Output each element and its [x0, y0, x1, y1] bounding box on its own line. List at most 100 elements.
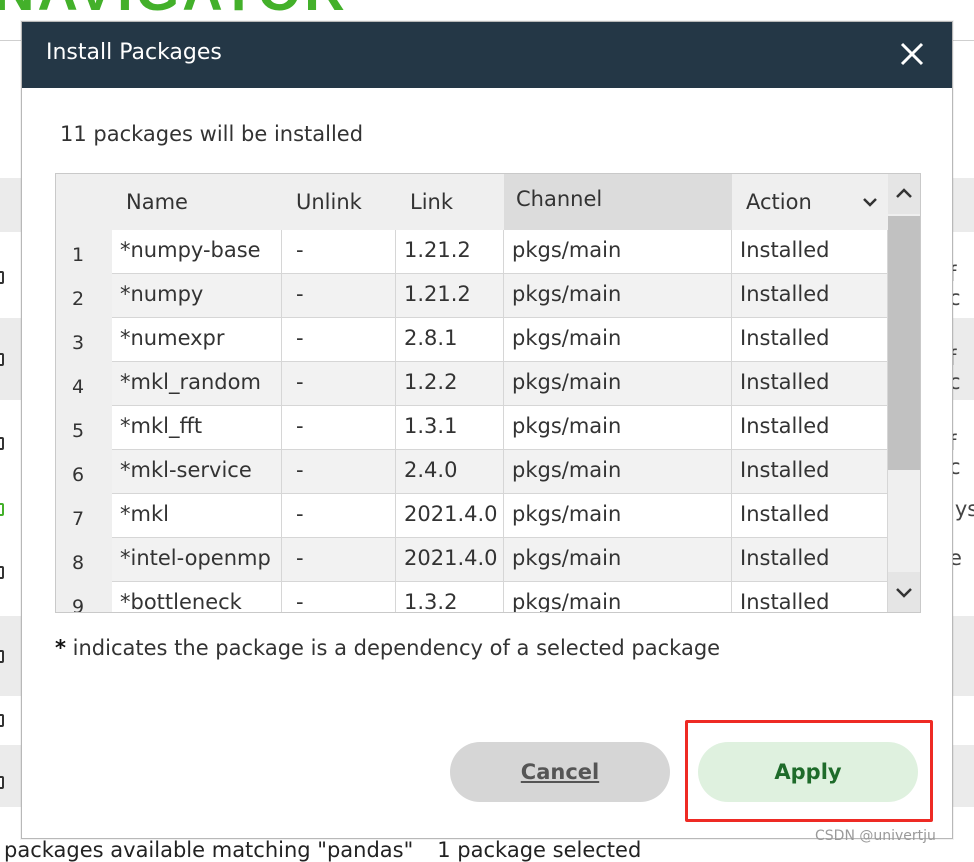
vertical-scrollbar[interactable] — [888, 174, 920, 612]
cell-name: *numpy — [112, 274, 282, 318]
row-number: 2 — [56, 274, 112, 318]
cell-link: 2.4.0 — [396, 450, 504, 494]
cancel-button[interactable]: Cancel — [450, 742, 670, 802]
cell-channel: pkgs/main — [504, 582, 732, 612]
sort-dropdown[interactable] — [856, 174, 884, 230]
table-row[interactable]: 4 *mkl_random -1.2.2 pkgs/main Installed — [56, 362, 888, 406]
table-row[interactable]: 7 *mkl -2021.4.0 pkgs/main Installed — [56, 494, 888, 538]
cell-link: 2.8.1 — [396, 318, 504, 362]
cell-name: *bottleneck — [112, 582, 282, 612]
install-packages-dialog: Install Packages 11 packages will be ins… — [21, 21, 953, 839]
status-selected-text: 1 package selected — [437, 838, 642, 862]
package-checkbox[interactable] — [0, 566, 4, 579]
cell-name: *mkl_random — [112, 362, 282, 406]
cell-action: Installed — [732, 406, 888, 450]
scroll-up-button[interactable] — [888, 174, 920, 214]
header-name[interactable]: Name — [126, 174, 296, 230]
table-row[interactable]: 1 *numpy-base -1.21.2 pkgs/main Installed — [56, 230, 888, 274]
cell-action: Installed — [732, 318, 888, 362]
row-number: 8 — [56, 538, 112, 582]
note-star: * — [55, 636, 66, 660]
cell-action: Installed — [732, 494, 888, 538]
install-summary: 11 packages will be installed — [60, 122, 364, 146]
row-number: 9 — [56, 582, 112, 612]
chevron-up-icon — [896, 188, 912, 198]
cell-link: 1.21.2 — [396, 230, 504, 274]
cell-unlink: - — [282, 538, 396, 582]
package-checkbox-selected[interactable] — [0, 503, 4, 516]
status-found-text: packages available matching "pandas" — [4, 838, 414, 862]
row-number: 7 — [56, 494, 112, 538]
row-number: 6 — [56, 450, 112, 494]
scroll-down-button[interactable] — [888, 572, 920, 612]
cell-name: *mkl — [112, 494, 282, 538]
table-row[interactable]: 5 *mkl_fft -1.3.1 pkgs/main Installed — [56, 406, 888, 450]
row-number: 4 — [56, 362, 112, 406]
header-action[interactable]: Action — [746, 174, 856, 230]
cell-unlink: - — [282, 274, 396, 318]
cell-link: 1.21.2 — [396, 274, 504, 318]
table-row[interactable]: 9 *bottleneck -1.3.2 pkgs/main Installed — [56, 582, 888, 612]
header-unlink[interactable]: Unlink — [296, 174, 406, 230]
header-link[interactable]: Link — [410, 174, 504, 230]
watermark: CSDN @univertju — [815, 828, 936, 844]
apply-highlight-box — [685, 720, 933, 822]
cell-channel: pkgs/main — [504, 406, 732, 450]
table-row[interactable]: 3 *numexpr -2.8.1 pkgs/main Installed — [56, 318, 888, 362]
cell-name: *intel-openmp — [112, 538, 282, 582]
cell-channel: pkgs/main — [504, 362, 732, 406]
close-button[interactable] — [894, 36, 930, 72]
cell-unlink: - — [282, 406, 396, 450]
row-number: 1 — [56, 230, 112, 274]
close-icon — [900, 42, 924, 66]
cell-action: Installed — [732, 538, 888, 582]
cell-unlink: - — [282, 362, 396, 406]
cell-channel: pkgs/main — [504, 538, 732, 582]
table-header: Name Unlink Link Channel Action — [56, 174, 888, 230]
package-checkbox[interactable] — [0, 776, 4, 789]
cell-unlink: - — [282, 450, 396, 494]
cell-channel: pkgs/main — [504, 318, 732, 362]
cell-name: *numexpr — [112, 318, 282, 362]
cell-action: Installed — [732, 362, 888, 406]
cell-channel: pkgs/main — [504, 494, 732, 538]
dependency-note: * indicates the package is a dependency … — [55, 636, 720, 660]
chevron-down-icon — [896, 588, 912, 598]
table-row[interactable]: 6 *mkl-service -2.4.0 pkgs/main Installed — [56, 450, 888, 494]
packages-table: Name Unlink Link Channel Action 1 *numpy-… — [55, 173, 921, 613]
cell-channel: pkgs/main — [504, 450, 732, 494]
package-checkbox[interactable] — [0, 353, 4, 366]
row-number: 3 — [56, 318, 112, 362]
table-row[interactable]: 8 *intel-openmp -2021.4.0 pkgs/main Installe… — [56, 538, 888, 582]
scroll-thumb[interactable] — [888, 216, 920, 470]
package-checkbox[interactable] — [0, 437, 4, 450]
cell-link: 1.2.2 — [396, 362, 504, 406]
status-bar: packages available matching "pandas" 1 pa… — [4, 838, 641, 862]
row-number: 5 — [56, 406, 112, 450]
cell-link: 2021.4.0 — [396, 494, 504, 538]
cell-link: 1.3.2 — [396, 582, 504, 612]
cell-name: *mkl_fft — [112, 406, 282, 450]
cell-channel: pkgs/main — [504, 274, 732, 318]
table-row[interactable]: 2 *numpy -1.21.2 pkgs/main Installed — [56, 274, 888, 318]
cell-unlink: - — [282, 230, 396, 274]
cell-action: Installed — [732, 582, 888, 612]
cell-name: *mkl-service — [112, 450, 282, 494]
cell-action: Installed — [732, 230, 888, 274]
cell-channel: pkgs/main — [504, 230, 732, 274]
chevron-down-icon — [863, 198, 877, 207]
cell-action: Installed — [732, 450, 888, 494]
cell-link: 1.3.1 — [396, 406, 504, 450]
package-checkbox[interactable] — [0, 650, 4, 663]
dialog-titlebar: Install Packages — [22, 22, 952, 88]
cell-name: *numpy-base — [112, 230, 282, 274]
package-checkbox[interactable] — [0, 714, 4, 727]
cell-unlink: - — [282, 582, 396, 612]
cell-action: Installed — [732, 274, 888, 318]
cell-unlink: - — [282, 494, 396, 538]
dialog-title: Install Packages — [46, 40, 222, 65]
package-checkbox[interactable] — [0, 271, 4, 284]
app-logo: NAVIGATOR — [0, 0, 348, 23]
header-channel[interactable]: Channel — [504, 174, 732, 230]
cell-link: 2021.4.0 — [396, 538, 504, 582]
